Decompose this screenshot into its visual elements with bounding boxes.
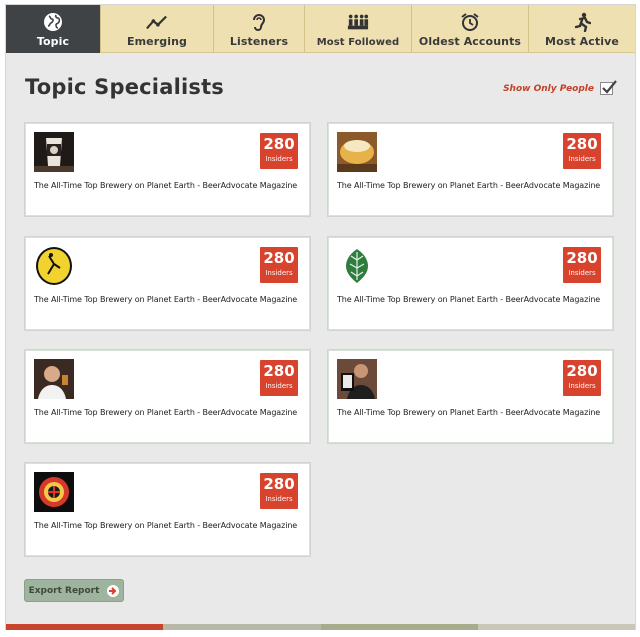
specialist-card[interactable]: 280 Insiders The All-Time Top Brewery on…: [327, 349, 614, 444]
specialist-card[interactable]: 280 Insiders The All-Time Top Brewery on…: [24, 122, 311, 217]
specialist-card[interactable]: 280 Insiders The All-Time Top Brewery on…: [24, 462, 311, 557]
insiders-label: Insiders: [265, 495, 293, 503]
tab-listeners[interactable]: Listeners: [214, 5, 305, 53]
trend-line-icon: [146, 12, 168, 32]
show-only-people-toggle[interactable]: Show Only People: [503, 80, 617, 95]
export-report-button[interactable]: Export Report: [24, 579, 124, 602]
export-report-label: Export Report: [28, 585, 100, 596]
red-badge-logo-thumbnail: [34, 472, 74, 512]
insiders-label: Insiders: [568, 269, 596, 277]
globe-icon: [42, 12, 64, 32]
tab-label: Most Followed: [316, 37, 400, 48]
insiders-badge: 280 Insiders: [260, 360, 298, 396]
tab-bar: Topic Emerging Listeners Most Followed O…: [6, 5, 635, 53]
insiders-label: Insiders: [265, 269, 293, 277]
insiders-badge: 280 Insiders: [563, 247, 601, 283]
tab-label: Most Active: [545, 35, 619, 48]
tab-label: Listeners: [229, 35, 289, 48]
card-title: The All-Time Top Brewery on Planet Earth…: [34, 521, 298, 530]
tab-label: Oldest Accounts: [418, 35, 522, 48]
show-only-people-label: Show Only People: [503, 83, 594, 94]
tab-label: Topic: [36, 35, 70, 48]
tab-most-followed[interactable]: Most Followed: [305, 5, 412, 53]
beer-glass-thumbnail: [34, 132, 74, 172]
insiders-badge: 280 Insiders: [563, 360, 601, 396]
specialist-card[interactable]: 280 Insiders The All-Time Top Brewery on…: [24, 236, 311, 331]
card-title: The All-Time Top Brewery on Planet Earth…: [34, 181, 298, 190]
insiders-label: Insiders: [568, 155, 596, 163]
insiders-badge: 280 Insiders: [563, 133, 601, 169]
specialist-card[interactable]: 280 Insiders The All-Time Top Brewery on…: [327, 236, 614, 331]
beer-pour-thumbnail: [337, 132, 377, 172]
insiders-count: 280: [263, 135, 295, 153]
tab-oldest-accounts[interactable]: Oldest Accounts: [412, 5, 529, 53]
brewery-logo-thumbnail: [34, 246, 74, 286]
insiders-count: 280: [566, 135, 598, 153]
tab-topic[interactable]: Topic: [6, 5, 101, 53]
insiders-badge: 280 Insiders: [260, 133, 298, 169]
card-title: The All-Time Top Brewery on Planet Earth…: [34, 295, 298, 304]
specialist-card[interactable]: 280 Insiders The All-Time Top Brewery on…: [24, 349, 311, 444]
app-frame: Topic Emerging Listeners Most Followed O…: [5, 4, 636, 630]
tab-emerging[interactable]: Emerging: [101, 5, 214, 53]
insiders-count: 280: [263, 362, 295, 380]
specialist-card[interactable]: 280 Insiders The All-Time Top Brewery on…: [327, 122, 614, 217]
strip-segment: [477, 624, 635, 630]
card-title: The All-Time Top Brewery on Planet Earth…: [34, 408, 298, 417]
arrow-right-icon: [107, 584, 120, 597]
insiders-badge: 280 Insiders: [260, 247, 298, 283]
running-person-icon: [571, 12, 593, 32]
insiders-label: Insiders: [568, 382, 596, 390]
hop-leaf-thumbnail: [337, 246, 377, 286]
page-title: Topic Specialists: [25, 75, 225, 99]
strip-segment: [163, 624, 321, 630]
strip-segment: [6, 624, 164, 630]
insiders-count: 280: [566, 249, 598, 267]
tab-label: Emerging: [126, 35, 187, 48]
insiders-label: Insiders: [265, 155, 293, 163]
person-photo-thumbnail: [34, 359, 74, 399]
bottom-color-strip: [6, 624, 635, 630]
person-with-tablet-thumbnail: [337, 359, 377, 399]
insiders-badge: 280 Insiders: [260, 473, 298, 509]
card-title: The All-Time Top Brewery on Planet Earth…: [337, 295, 601, 304]
card-title: The All-Time Top Brewery on Planet Earth…: [337, 181, 601, 190]
show-only-people-checkbox[interactable]: [600, 80, 617, 95]
insiders-label: Insiders: [265, 382, 293, 390]
ear-icon: [248, 12, 270, 32]
insiders-count: 280: [566, 362, 598, 380]
strip-segment: [320, 624, 478, 630]
insiders-count: 280: [263, 249, 295, 267]
insiders-count: 280: [263, 475, 295, 493]
crowd-icon: [347, 12, 369, 32]
card-title: The All-Time Top Brewery on Planet Earth…: [337, 408, 601, 417]
alarm-clock-icon: [459, 12, 481, 32]
tab-most-active[interactable]: Most Active: [529, 5, 635, 53]
